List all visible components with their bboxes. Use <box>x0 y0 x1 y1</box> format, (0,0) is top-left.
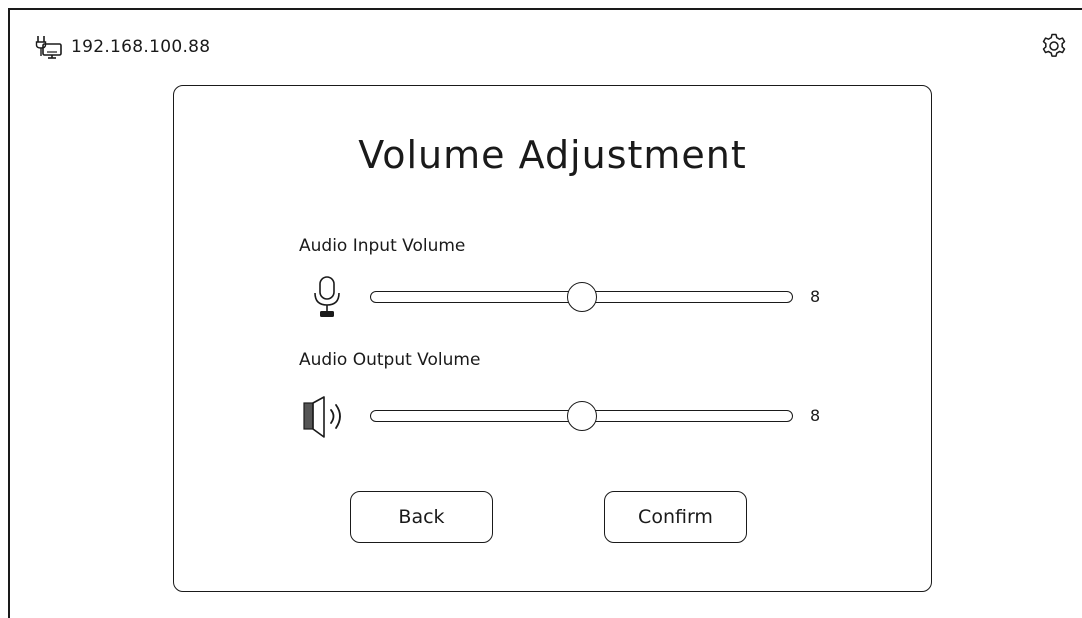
input-volume-label: Audio Input Volume <box>299 236 466 256</box>
output-volume-label: Audio Output Volume <box>299 350 481 370</box>
microphone-icon <box>314 276 340 317</box>
back-button[interactable]: Back <box>350 491 493 543</box>
confirm-button[interactable]: Confirm <box>604 491 747 543</box>
dialog-title: Volume Adjustment <box>358 133 747 177</box>
ip-address: 192.168.100.88 <box>71 37 211 57</box>
network-status: 192.168.100.88 <box>35 34 210 60</box>
speaker-icon <box>303 396 341 438</box>
output-volume-slider[interactable] <box>370 400 793 431</box>
input-volume-slider[interactable] <box>370 281 793 312</box>
output-volume-thumb[interactable] <box>566 400 597 431</box>
gear-icon[interactable] <box>1040 32 1068 60</box>
output-volume-value: 8 <box>810 406 821 425</box>
input-volume-value: 8 <box>810 287 821 306</box>
volume-dialog: Volume Adjustment Audio Input Volume 8 A… <box>173 85 932 592</box>
network-monitor-icon <box>35 36 62 59</box>
input-volume-thumb[interactable] <box>566 281 597 312</box>
